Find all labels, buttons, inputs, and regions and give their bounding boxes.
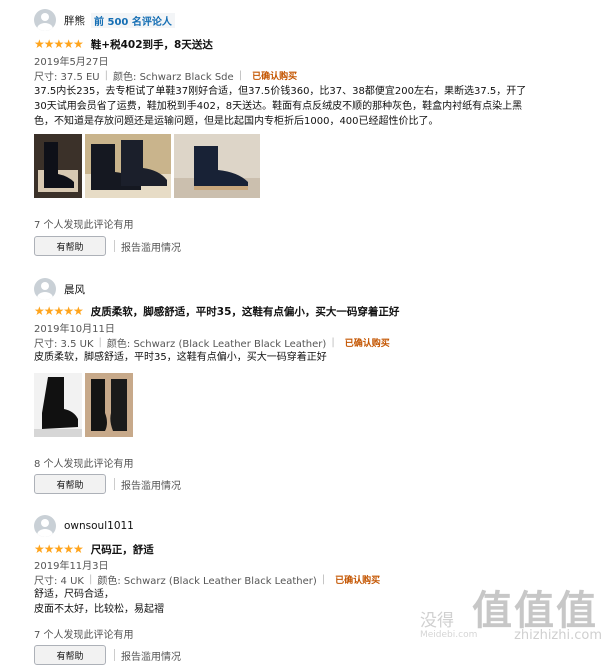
divider	[114, 478, 115, 490]
divider: |	[238, 70, 243, 81]
star-rating-icon: ★★★★★	[34, 304, 84, 318]
review-body-line: 色，不知道是存放问题还是运输问题，但是比起国内专柜折后1000，400已经超性价…	[34, 116, 439, 127]
review-body-line: 30天试用会员省了运费，鞋加税到手402，8天送达。鞋面有点反绒皮不顺的那种灰色…	[34, 101, 523, 112]
verified-purchase-badge: 已确认购买	[335, 576, 381, 586]
boot-photo-icon	[85, 373, 133, 437]
divider: |	[88, 574, 93, 585]
variant-size[interactable]: 尺寸: 3.5 UK	[34, 335, 94, 350]
avatar[interactable]	[34, 278, 56, 300]
review-header: 胖熊 前 500 名评论人	[34, 8, 175, 32]
helpful-button[interactable]: 有帮助	[34, 645, 106, 665]
helpful-button[interactable]: 有帮助	[34, 474, 106, 494]
reviewer-rank-badge: 前 500 名评论人	[91, 12, 175, 28]
review-image[interactable]	[85, 373, 133, 437]
review-image[interactable]	[174, 134, 260, 198]
divider: |	[104, 70, 109, 81]
avatar[interactable]	[34, 9, 56, 31]
review-title-line: ★★★★★ 尺码正，舒适	[34, 541, 154, 557]
review-actions: 有帮助 报告滥用情况	[34, 645, 181, 665]
report-abuse-link[interactable]: 报告滥用情况	[121, 239, 181, 254]
review-body-line: 皮质柔软，脚感舒适，平时35，这鞋有点偏小，买大一码穿着正好	[34, 352, 327, 363]
review-body: 37.5内长235，去专柜试了单鞋37刚好合适，但37.5价钱360，比37、3…	[34, 84, 544, 129]
verified-purchase-badge: 已确认购买	[344, 339, 390, 349]
review-image[interactable]	[85, 134, 171, 198]
review-title-line: ★★★★★ 皮质柔软，脚感舒适，平时35，这鞋有点偏小，买大一码穿着正好	[34, 303, 399, 319]
reviewer-name[interactable]: ownsoul1011	[64, 520, 134, 532]
divider	[114, 649, 115, 661]
review-images	[34, 134, 260, 198]
review-date: 2019年10月11日	[34, 324, 115, 335]
reviewer-name[interactable]: 胖熊	[64, 13, 85, 28]
variant-color[interactable]: 颜色: Schwarz Black Sde	[113, 68, 234, 83]
variant-color[interactable]: 颜色: Schwarz (Black Leather Black Leather…	[97, 572, 316, 587]
watermark-text: 没得	[420, 611, 454, 631]
helpful-count: 7 个人发现此评论有用	[34, 220, 134, 231]
watermark-url-secondary: Meidebi.com	[420, 630, 478, 640]
divider: |	[331, 337, 335, 348]
review-title[interactable]: 皮质柔软，脚感舒适，平时35，这鞋有点偏小，买大一码穿着正好	[91, 304, 400, 319]
divider	[114, 240, 115, 252]
review-body: 皮质柔软，脚感舒适，平时35，这鞋有点偏小，买大一码穿着正好	[34, 350, 544, 365]
reviewer-name[interactable]: 晨风	[64, 282, 85, 297]
variant-size[interactable]: 尺寸: 4 UK	[34, 572, 84, 587]
boot-photo-icon	[85, 134, 171, 198]
review-images	[34, 373, 133, 437]
review-variant: 尺寸: 3.5 UK | 颜色: Schwarz (Black Leather …	[34, 335, 390, 350]
review-actions: 有帮助 报告滥用情况	[34, 474, 181, 494]
variant-color[interactable]: 颜色: Schwarz (Black Leather Black Leather…	[107, 335, 326, 350]
star-rating-icon: ★★★★★	[34, 37, 84, 51]
review-variant: 尺寸: 37.5 EU | 颜色: Schwarz Black Sde | 已确…	[34, 68, 297, 83]
review-title[interactable]: 鞋+税402到手，8天送达	[91, 37, 213, 52]
helpful-count: 8 个人发现此评论有用	[34, 459, 134, 470]
review-title[interactable]: 尺码正，舒适	[91, 542, 154, 557]
divider: |	[98, 337, 102, 348]
review-title-line: ★★★★★ 鞋+税402到手，8天送达	[34, 36, 213, 52]
review-variant: 尺寸: 4 UK | 颜色: Schwarz (Black Leather Bl…	[34, 572, 380, 587]
review-body-line: 37.5内长235，去专柜试了单鞋37刚好合适，但37.5价钱360，比37、3…	[34, 86, 527, 97]
divider: |	[321, 574, 326, 585]
review-image[interactable]	[34, 134, 82, 198]
review-image[interactable]	[34, 373, 82, 437]
report-abuse-link[interactable]: 报告滥用情况	[121, 477, 181, 492]
review-actions: 有帮助 报告滥用情况	[34, 236, 181, 256]
watermark-url: zhizhizhi.com	[514, 628, 602, 643]
review-header: ownsoul1011	[34, 514, 134, 538]
helpful-button[interactable]: 有帮助	[34, 236, 106, 256]
watermark: 值值值 没得 Meidebi.com zhizhizhi.com	[420, 578, 602, 650]
helpful-count: 7 个人发现此评论有用	[34, 630, 134, 641]
report-abuse-link[interactable]: 报告滥用情况	[121, 648, 181, 663]
avatar[interactable]	[34, 515, 56, 537]
review-date: 2019年5月27日	[34, 57, 109, 68]
boot-photo-icon	[34, 134, 82, 198]
review-date: 2019年11月3日	[34, 561, 109, 572]
variant-size[interactable]: 尺寸: 37.5 EU	[34, 68, 100, 83]
boot-photo-icon	[34, 373, 82, 437]
star-rating-icon: ★★★★★	[34, 542, 84, 556]
verified-purchase-badge: 已确认购买	[252, 72, 298, 82]
boot-photo-icon	[174, 134, 260, 198]
review-header: 晨风	[34, 277, 85, 301]
